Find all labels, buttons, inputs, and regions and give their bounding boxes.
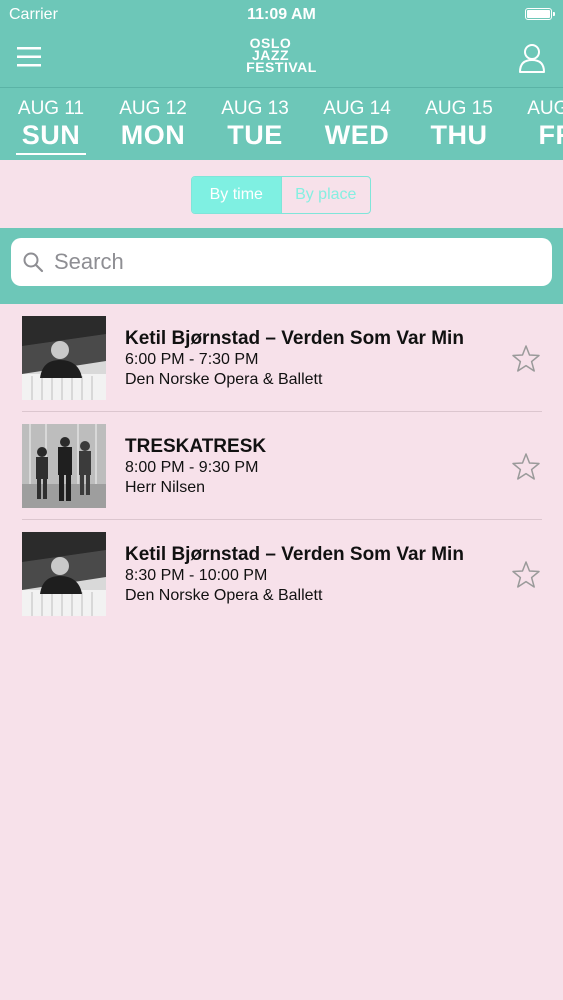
search-icon bbox=[23, 252, 44, 273]
star-icon[interactable] bbox=[511, 344, 541, 374]
search-field[interactable] bbox=[11, 238, 552, 286]
logo-line: FESTIVAL bbox=[246, 59, 317, 75]
date-month: AUG 16 bbox=[527, 98, 563, 119]
header-area: Carrier 11:09 AM OSLO JAZZ FESTIVAL AUG … bbox=[0, 0, 563, 160]
event-venue: Den Norske Opera & Ballett bbox=[125, 371, 323, 388]
event-venue: Herr Nilsen bbox=[125, 479, 206, 496]
date-month: AUG 13 bbox=[221, 98, 289, 119]
date-tab-aug-11[interactable]: AUG 11 SUN bbox=[1, 98, 101, 155]
date-weekday: SUN bbox=[1, 120, 101, 155]
event-title: TRESKATRESK bbox=[125, 436, 267, 457]
event-photo-pianist bbox=[22, 316, 106, 400]
event-time: 8:00 PM - 9:30 PM bbox=[125, 459, 259, 476]
date-tab-aug-12[interactable]: AUG 12 MON bbox=[103, 98, 203, 150]
date-month: AUG 11 bbox=[17, 98, 85, 119]
event-row[interactable]: Ketil Bjørnstad – Verden Som Var Min 8:3… bbox=[0, 520, 563, 628]
event-title: Ketil Bjørnstad – Verden Som Var Min bbox=[125, 328, 464, 349]
date-weekday: FRI bbox=[538, 120, 563, 150]
status-bar: Carrier 11:09 AM bbox=[0, 0, 563, 28]
oslo-jazz-festival-logo: OSLO JAZZ FESTIVAL bbox=[0, 36, 563, 75]
date-tab-aug-16[interactable]: AUG 16 FRI bbox=[511, 98, 563, 150]
event-row[interactable]: Ketil Bjørnstad – Verden Som Var Min 6:0… bbox=[0, 304, 563, 412]
sort-control-area: By time By place bbox=[0, 160, 563, 228]
date-month: AUG 15 bbox=[425, 98, 493, 119]
event-row[interactable]: TRESKATRESK 8:00 PM - 9:30 PM Herr Nilse… bbox=[0, 412, 563, 520]
date-weekday: THU bbox=[430, 120, 488, 150]
segment-by-time[interactable]: By time bbox=[192, 177, 281, 213]
star-icon[interactable] bbox=[511, 560, 541, 590]
date-weekday: MON bbox=[120, 120, 186, 150]
event-time: 8:30 PM - 10:00 PM bbox=[125, 567, 268, 584]
date-tab-aug-15[interactable]: AUG 15 THU bbox=[409, 98, 509, 150]
date-tab-aug-13[interactable]: AUG 13 TUE bbox=[205, 98, 305, 150]
event-photo-band bbox=[22, 424, 106, 508]
battery-icon bbox=[525, 8, 555, 20]
date-weekday: TUE bbox=[227, 120, 283, 150]
date-month: AUG 12 bbox=[119, 98, 187, 119]
event-venue: Den Norske Opera & Ballett bbox=[125, 587, 323, 604]
date-selector[interactable]: AUG 11 SUN AUG 12 MON AUG 13 TUE AUG 14 … bbox=[0, 88, 563, 160]
nav-bar: OSLO JAZZ FESTIVAL bbox=[0, 28, 563, 88]
user-profile-icon[interactable] bbox=[517, 42, 547, 74]
date-month: AUG 14 bbox=[323, 98, 391, 119]
event-time: 6:00 PM - 7:30 PM bbox=[125, 351, 259, 368]
segment-by-place[interactable]: By place bbox=[280, 177, 371, 213]
search-bar bbox=[0, 228, 563, 304]
star-icon[interactable] bbox=[511, 452, 541, 482]
search-input[interactable] bbox=[52, 248, 552, 276]
event-title: Ketil Bjørnstad – Verden Som Var Min bbox=[125, 544, 464, 565]
date-weekday: WED bbox=[324, 120, 390, 150]
sort-segmented-control[interactable]: By time By place bbox=[191, 176, 371, 214]
event-photo-pianist bbox=[22, 532, 106, 616]
clock: 11:09 AM bbox=[247, 6, 316, 23]
date-tab-aug-14[interactable]: AUG 14 WED bbox=[307, 98, 407, 150]
